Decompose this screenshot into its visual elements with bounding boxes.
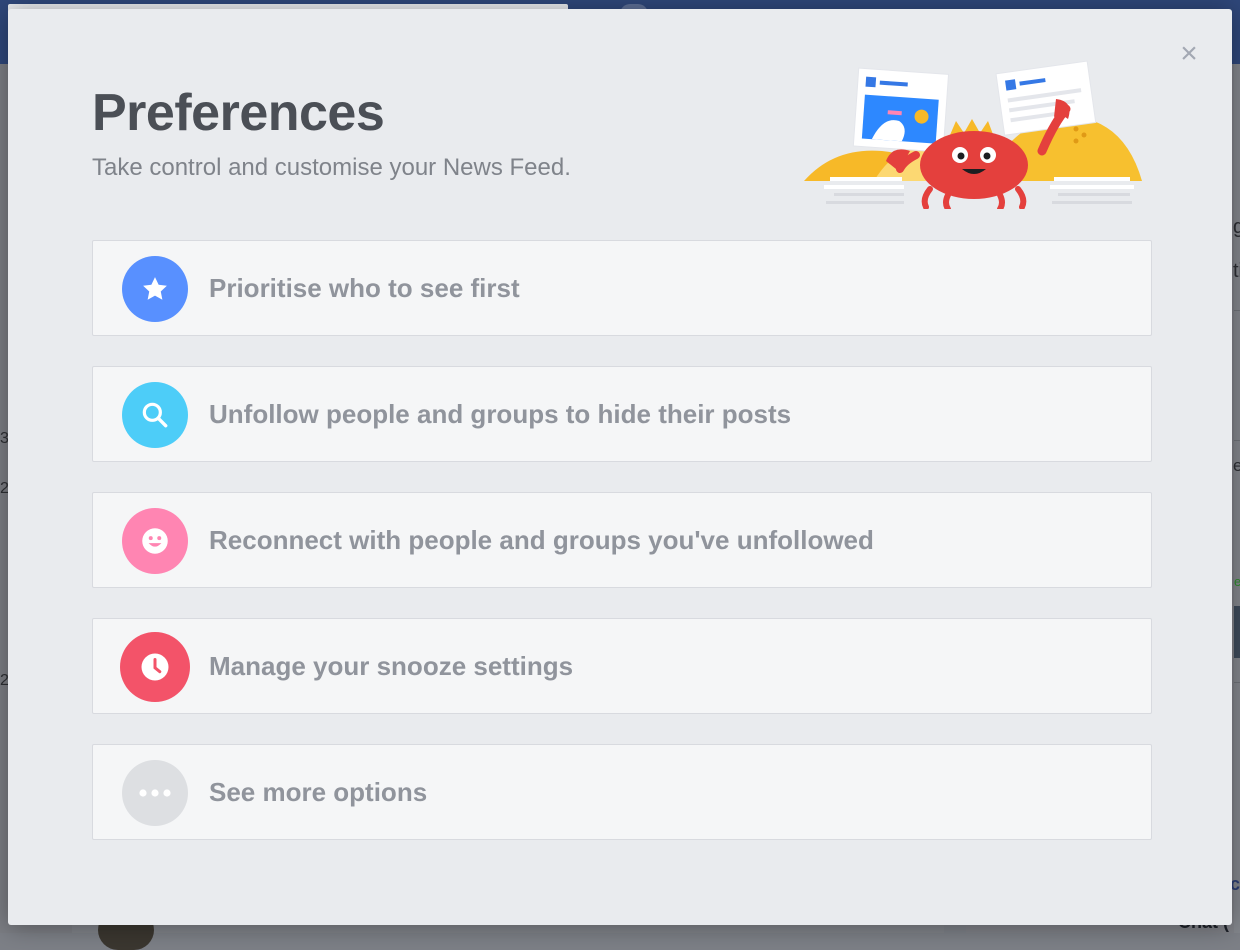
star-icon bbox=[143, 277, 167, 300]
smiley-icon bbox=[142, 528, 168, 554]
option-label: See more options bbox=[209, 777, 428, 807]
search-icon bbox=[142, 402, 168, 428]
background-photo bbox=[1234, 606, 1240, 658]
option-label: Manage your snooze settings bbox=[209, 651, 574, 681]
preferences-options-list: Prioritise who to see first Unfollow peo… bbox=[92, 240, 1152, 870]
background-text-fragment: ti bbox=[1233, 260, 1240, 282]
background-green-text: e bbox=[1234, 574, 1240, 589]
option-see-more-options[interactable]: See more options bbox=[92, 744, 1152, 840]
close-button[interactable]: × bbox=[1174, 39, 1204, 69]
news-feed-crab-illustration bbox=[804, 60, 1142, 209]
option-label: Reconnect with people and groups you've … bbox=[209, 525, 874, 555]
option-icon-circle bbox=[122, 760, 188, 826]
background-right-edge bbox=[1234, 64, 1240, 933]
option-icon-circle bbox=[120, 632, 190, 702]
option-icon-circle bbox=[122, 256, 188, 322]
background-divider bbox=[1234, 310, 1240, 311]
background-text-fragment: ge bbox=[1233, 216, 1240, 238]
background-divider bbox=[1234, 440, 1240, 441]
dialog-subtitle: Take control and customise your News Fee… bbox=[92, 154, 571, 181]
preferences-dialog: × Preferences Take control and customise… bbox=[8, 9, 1232, 925]
close-icon: × bbox=[1180, 37, 1198, 70]
dialog-title: Preferences bbox=[92, 84, 385, 142]
option-icon-circle bbox=[122, 382, 188, 448]
option-unfollow-people-and-groups[interactable]: Unfollow people and groups to hide their… bbox=[92, 366, 1152, 462]
option-label: Prioritise who to see first bbox=[209, 273, 520, 303]
option-manage-snooze-settings[interactable]: Manage your snooze settings bbox=[92, 618, 1152, 714]
clock-icon bbox=[141, 653, 169, 681]
option-prioritise-who-to-see-first[interactable]: Prioritise who to see first bbox=[92, 240, 1152, 336]
background-text-fragment: ev bbox=[1233, 456, 1240, 475]
option-reconnect-with-people-and-groups[interactable]: Reconnect with people and groups you've … bbox=[92, 492, 1152, 588]
background-divider bbox=[1234, 682, 1240, 683]
option-icon-circle bbox=[122, 508, 188, 574]
option-label: Unfollow people and groups to hide their… bbox=[209, 399, 792, 429]
more-icon bbox=[139, 789, 171, 797]
